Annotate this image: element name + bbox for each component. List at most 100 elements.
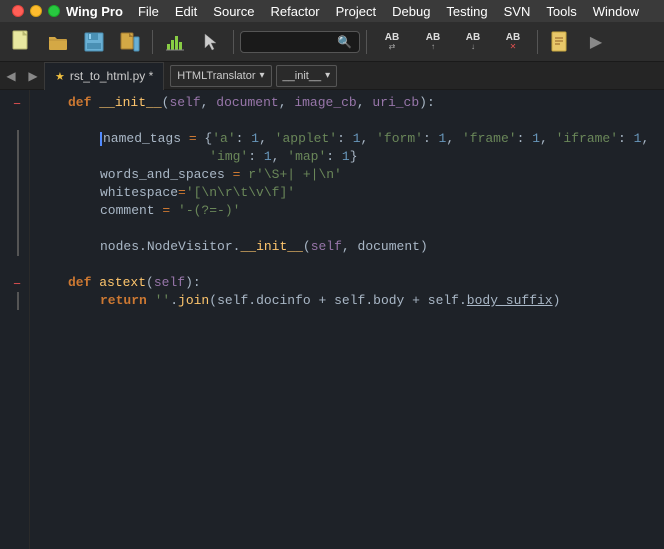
- fold-bar-5: [17, 166, 19, 184]
- maximize-button[interactable]: [48, 5, 60, 17]
- gutter-line-7: [17, 202, 25, 220]
- fold-bar-7: [17, 202, 19, 220]
- nav-back-button[interactable]: ◀: [0, 62, 22, 90]
- open-file-button[interactable]: [42, 27, 74, 57]
- gutter-line-4: [17, 148, 25, 166]
- gutter-line-9: [17, 238, 25, 256]
- code-line-4: 'img': 1, 'map': 1}: [30, 148, 664, 166]
- app-name: Wing Pro: [66, 4, 123, 19]
- extra-file-button[interactable]: [114, 27, 146, 57]
- fold-icon-astext[interactable]: −: [9, 276, 25, 291]
- code-line-3: named_tags = {'a': 1, 'applet': 1, 'form…: [30, 130, 664, 148]
- translator-chevron-icon: ▾: [260, 70, 265, 81]
- gutter-line-5: [17, 166, 25, 184]
- fold-bar-3: [17, 130, 19, 148]
- doc-button[interactable]: [544, 27, 576, 57]
- toolbar-divider-1: [152, 30, 153, 54]
- toolbar-divider-2: [233, 30, 234, 54]
- code-line-1: def __init__(self, document, image_cb, u…: [30, 94, 664, 112]
- translator-label: HTMLTranslator: [177, 70, 255, 82]
- menu-window[interactable]: Window: [586, 0, 646, 22]
- ab-arrow-2: ↑: [431, 43, 435, 51]
- menu-bar: Wing Pro File Edit Source Refactor Proje…: [0, 0, 664, 22]
- code-line-6: whitespace='[\n\r\t\v\f]': [30, 184, 664, 202]
- code-line-7: comment = '-(?=-)': [30, 202, 664, 220]
- save-file-icon: [83, 31, 105, 53]
- tab-filename: rst_to_html.py *: [70, 69, 153, 83]
- cursor-button[interactable]: [195, 27, 227, 57]
- doc-icon: [550, 31, 570, 53]
- more-tools-button[interactable]: ▶: [580, 27, 612, 57]
- menu-testing[interactable]: Testing: [439, 0, 494, 22]
- graph-icon: [165, 32, 185, 52]
- menu-svn[interactable]: SVN: [497, 0, 538, 22]
- menu-edit[interactable]: Edit: [168, 0, 204, 22]
- toolbar-divider-3: [366, 30, 367, 54]
- save-file-button[interactable]: [78, 27, 110, 57]
- menu-source[interactable]: Source: [206, 0, 261, 22]
- menu-refactor[interactable]: Refactor: [264, 0, 327, 22]
- search-input[interactable]: [247, 35, 337, 49]
- cursor-indicator: [100, 132, 102, 146]
- fn-init: __init__: [99, 94, 161, 112]
- keyword-def-2: def: [68, 274, 99, 292]
- toolbar-divider-4: [537, 30, 538, 54]
- ab-arrow-1: ⇄: [389, 43, 396, 51]
- code-editor[interactable]: def __init__(self, document, image_cb, u…: [30, 90, 664, 549]
- code-line-2: [30, 112, 664, 130]
- new-file-icon: [11, 30, 33, 54]
- right-arrow-icon: ▶: [590, 32, 602, 52]
- fn-astext: astext: [99, 274, 146, 292]
- ab-arrow-3: ↓: [471, 43, 475, 51]
- menu-project[interactable]: Project: [329, 0, 383, 22]
- open-file-icon: [47, 32, 69, 52]
- gutter-line-6: [17, 184, 25, 202]
- fold-marker-init[interactable]: −: [9, 94, 25, 112]
- translator-dropdown[interactable]: HTMLTranslator ▾: [170, 65, 271, 87]
- ab-up-button[interactable]: AB ↑: [415, 27, 451, 57]
- toolbar: 🔍 AB ⇄ AB ↑ AB ↓ AB ✕: [0, 22, 664, 62]
- keyword-def-1: def: [68, 94, 99, 112]
- function-chevron-icon: ▾: [325, 70, 330, 81]
- code-line-11: def astext(self):: [30, 274, 664, 292]
- ab-arrow-4: ✕: [510, 43, 517, 51]
- file-tab[interactable]: ★ rst_to_html.py *: [44, 62, 164, 90]
- code-line-12: return ''.join(self.docinfo + self.body …: [30, 292, 664, 310]
- fold-icon-init[interactable]: −: [9, 96, 25, 111]
- fold-bar-9: [17, 238, 19, 256]
- graph-button[interactable]: [159, 27, 191, 57]
- new-file-button[interactable]: [6, 27, 38, 57]
- code-line-10: [30, 256, 664, 274]
- menu-file[interactable]: File: [131, 0, 166, 22]
- search-box[interactable]: 🔍: [240, 31, 360, 53]
- fold-bar-12: [17, 292, 19, 310]
- code-line-5: words_and_spaces = r'\S+| +|\n': [30, 166, 664, 184]
- code-line-9: nodes.NodeVisitor.__init__(self, documen…: [30, 238, 664, 256]
- function-label: __init__: [283, 70, 322, 82]
- tab-star-icon: ★: [55, 70, 65, 83]
- search-icon[interactable]: 🔍: [337, 35, 352, 49]
- fold-bar-6: [17, 184, 19, 202]
- extra-file-icon: [120, 31, 140, 53]
- gutter-line-3: [17, 130, 25, 148]
- cursor-icon: [202, 32, 220, 52]
- left-gutter: − −: [0, 90, 30, 549]
- fold-bar-8: [17, 220, 19, 238]
- gutter-line-8: [17, 220, 25, 238]
- ab-cancel-button[interactable]: AB ✕: [495, 27, 531, 57]
- minimize-button[interactable]: [30, 5, 42, 17]
- menu-debug[interactable]: Debug: [385, 0, 437, 22]
- fold-bar-4: [17, 148, 19, 166]
- menu-tools[interactable]: Tools: [539, 0, 583, 22]
- nav-forward-button[interactable]: ▶: [22, 62, 44, 90]
- ab-replace-button[interactable]: AB ⇄: [373, 27, 411, 57]
- keyword-return: return: [100, 292, 155, 310]
- traffic-lights: [8, 5, 64, 17]
- ab-down-button[interactable]: AB ↓: [455, 27, 491, 57]
- fold-marker-astext[interactable]: −: [9, 274, 25, 292]
- function-dropdown[interactable]: __init__ ▾: [276, 65, 338, 87]
- editor-container: − −: [0, 90, 664, 549]
- code-line-8: [30, 220, 664, 238]
- close-button[interactable]: [12, 5, 24, 17]
- tab-bar: ◀ ▶ ★ rst_to_html.py * HTMLTranslator ▾ …: [0, 62, 664, 90]
